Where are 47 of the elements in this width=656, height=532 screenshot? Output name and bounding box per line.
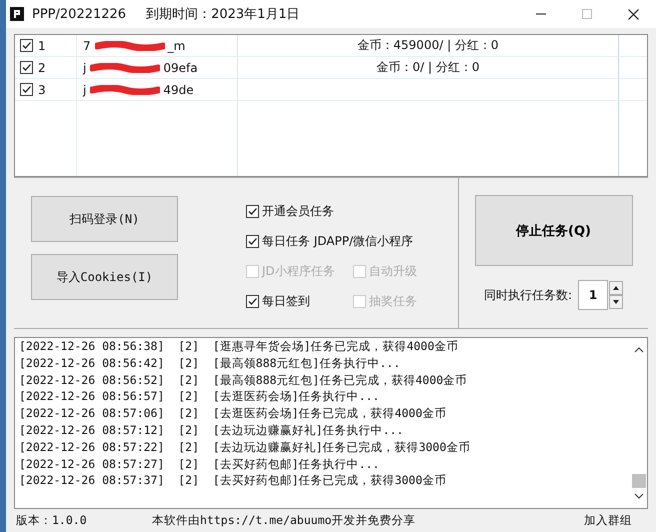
account-name-start: j [83, 60, 86, 74]
row-number: 1 [38, 38, 46, 52]
redaction-mark [90, 62, 160, 72]
row-number: 3 [38, 82, 46, 96]
stop-button[interactable]: 停止任务(Q) [474, 195, 632, 266]
log-line: [2022-12-26 08:57:27] [2] [去买好药包邮]任务执行中... [19, 456, 380, 472]
check-icon [247, 296, 258, 307]
expiry-date: 到期时间：2023年1月1日 [146, 6, 300, 23]
log-line: [2022-12-26 08:57:37] [2] [去买好药包邮]任务已完成，获得3000金币 [19, 472, 448, 490]
account-name-end: 49de [163, 82, 194, 96]
option-checkbox[interactable]: 开通会员任务 [246, 203, 353, 220]
account-name-start: j [83, 82, 86, 96]
option-checkbox[interactable]: 每日签到 [246, 293, 353, 310]
log-line: [2022-12-26 08:56:38] [2] [逛惠寻年货会场]任务已完成，获得4000金币 [19, 338, 460, 355]
log-line: [2022-12-26 08:56:42] [2] [最高领888元红包]任务执行中... [19, 354, 402, 372]
option-checkbox[interactable]: 每日任务 JDAPP/微信小程序 [246, 233, 414, 250]
check-icon [247, 236, 258, 247]
concurrency-field[interactable]: 1 [578, 280, 608, 310]
window-title: PPP/20221226 [32, 6, 126, 22]
log-line: [2022-12-26 08:56:52] [2] [最高领888元红包]任务已完成，获得4000金币 [19, 372, 468, 388]
redaction-mark [94, 40, 165, 50]
join-group-link[interactable]: 加入群组 [584, 513, 632, 528]
row-number: 2 [38, 60, 46, 74]
log-line: [2022-12-26 08:57:06] [2] [去逛医药会场]任务已完成，获得4000金币 [19, 405, 448, 422]
log-line: [2022-12-26 08:57:22] [2] [去边玩边赚赢好礼]任务已完成，获得3000金币 [19, 438, 472, 456]
minimize-icon[interactable] [536, 13, 546, 15]
checkbox[interactable] [20, 39, 33, 52]
checkbox[interactable] [20, 61, 33, 74]
account-name-end: _m [168, 38, 186, 52]
concurrency-label: 同时执行任务数: [484, 286, 572, 304]
maximize-icon [582, 9, 592, 19]
check-icon [247, 206, 258, 217]
log-line: [2022-12-26 08:57:12] [2] [去边玩边赚赢好礼]任务执行中... [19, 422, 404, 439]
account-name-end: 09efa [163, 60, 198, 74]
checkbox[interactable] [20, 83, 33, 96]
credit-text: 本软件由https://t.me/abuumo开发并免费分享 [152, 513, 416, 528]
close-icon[interactable] [628, 8, 638, 20]
spin-buttons[interactable] [609, 281, 624, 309]
app-icon [10, 7, 24, 21]
redaction-mark [90, 84, 160, 94]
coin-balance: 金币：0/ | 分红：0 [376, 59, 480, 76]
version-text: 版本：1.0.0 [16, 513, 88, 528]
action-button[interactable]: 导入Cookies(I) [31, 254, 178, 300]
action-button[interactable]: 扫码登录(N) [31, 196, 178, 242]
log-line: [2022-12-26 08:56:57] [2] [去逛医药会场]任务执行中... [19, 388, 380, 406]
account-name-start: 7 [83, 38, 91, 52]
coin-balance: 金币：459000/ | 分红：0 [357, 37, 499, 54]
